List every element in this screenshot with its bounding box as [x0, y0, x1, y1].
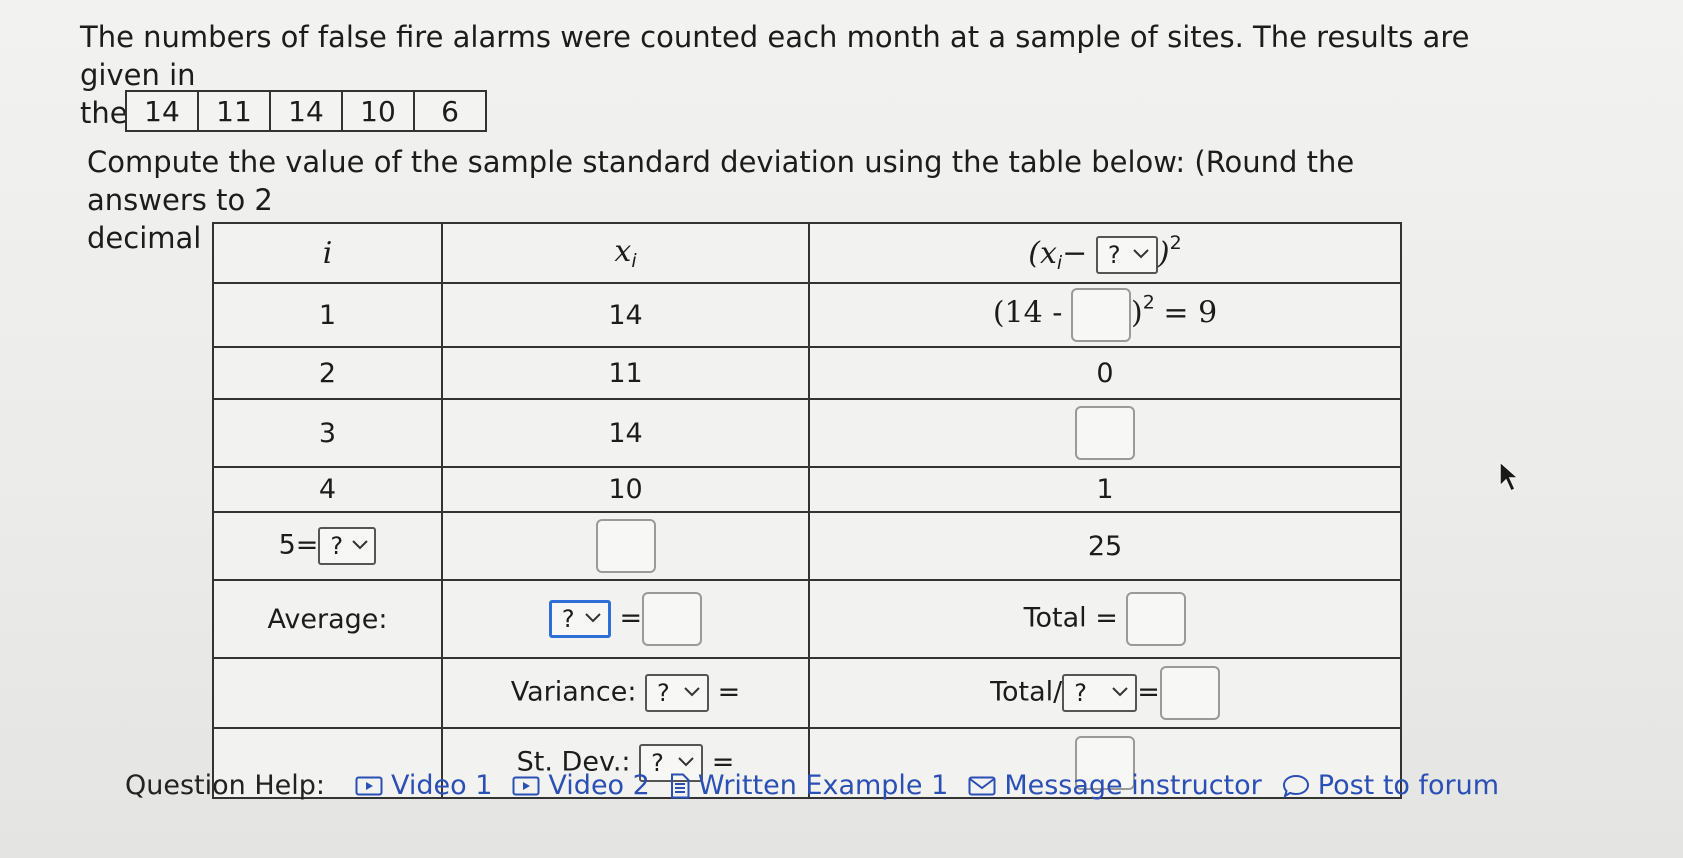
row-deviation: (14 - )2 = 9 — [808, 282, 1402, 348]
chevron-down-icon — [683, 684, 701, 702]
divisor-select[interactable]: ? — [1062, 674, 1138, 712]
video-2-link[interactable]: Video 2 — [512, 770, 650, 801]
average-cell: ? = — [441, 579, 810, 659]
video-icon — [355, 776, 383, 796]
empty-cell — [212, 657, 443, 729]
data-cell: 14 — [125, 90, 199, 132]
table-row: 5= ? 25 — [212, 511, 1402, 581]
alarm-data-table: 14 11 14 10 6 — [125, 90, 487, 132]
header-i: i — [212, 222, 443, 284]
data-cell: 6 — [413, 90, 487, 132]
video-1-link[interactable]: Video 1 — [355, 770, 492, 801]
variance-symbol-select[interactable]: ? — [645, 674, 710, 712]
row-deviation: 1 — [808, 466, 1402, 513]
chevron-down-icon — [1111, 684, 1129, 702]
row-x — [441, 511, 810, 581]
data-cell: 10 — [341, 90, 415, 132]
table-row: 3 14 — [212, 398, 1402, 468]
total-div-cell: Total/ ? = — [808, 657, 1402, 729]
document-icon — [670, 773, 690, 799]
question-help-label: Question Help: — [125, 770, 325, 801]
chevron-down-icon — [1132, 246, 1150, 264]
average-row: Average: ? = Total = — [212, 579, 1402, 659]
header-x: xi — [441, 222, 810, 284]
deviation-input-3[interactable] — [1075, 406, 1135, 460]
data-cell: 11 — [197, 90, 271, 132]
table-row: 1 14 (14 - )2 = 9 — [212, 282, 1402, 348]
average-label: Average: — [212, 579, 443, 659]
row-x: 11 — [441, 346, 810, 400]
table-row: 4 10 1 — [212, 466, 1402, 513]
written-example-link[interactable]: Written Example 1 — [670, 770, 948, 801]
average-symbol-select[interactable]: ? — [548, 600, 611, 638]
row-deviation: 0 — [808, 346, 1402, 400]
speech-bubble-icon — [1282, 774, 1310, 798]
table-row: 2 11 0 — [212, 346, 1402, 400]
chevron-down-icon — [584, 610, 602, 628]
mean-input[interactable] — [1070, 288, 1131, 342]
row-deviation: 25 — [808, 511, 1402, 581]
question-page: The numbers of false fire alarms were co… — [0, 0, 1683, 858]
index-select[interactable]: ? — [318, 527, 377, 565]
row-index: 5= ? — [212, 511, 443, 581]
chevron-down-icon — [351, 537, 369, 555]
prompt-line-1: The numbers of false fire alarms were co… — [80, 20, 1470, 92]
row-x: 10 — [441, 466, 810, 513]
mouse-pointer-icon — [1498, 460, 1520, 498]
std-dev-work-table: i xi (xi− ? )2 1 14 (14 - )2 = 9 2 11 0 … — [212, 222, 1402, 799]
instruction-line-1: Compute the value of the sample standard… — [87, 145, 1355, 217]
header-deviation-squared: (xi− ? )2 — [808, 222, 1402, 284]
row-x: 14 — [441, 398, 810, 468]
row-deviation — [808, 398, 1402, 468]
table-header-row: i xi (xi− ? )2 — [212, 222, 1402, 284]
video-icon — [512, 776, 540, 796]
data-cell: 14 — [269, 90, 343, 132]
row-index: 1 — [212, 282, 443, 348]
post-to-forum-link[interactable]: Post to forum — [1282, 770, 1499, 801]
variance-row: Variance: ? = Total/ ? = — [212, 657, 1402, 729]
variance-cell: Variance: ? = — [441, 657, 810, 729]
total-cell: Total = — [808, 579, 1402, 659]
total-input[interactable] — [1126, 592, 1187, 646]
row-index: 3 — [212, 398, 443, 468]
header-mean-select[interactable]: ? — [1095, 236, 1158, 275]
x5-input[interactable] — [595, 519, 656, 573]
row-index: 4 — [212, 466, 443, 513]
average-input[interactable] — [642, 592, 703, 646]
row-x: 14 — [441, 282, 810, 348]
row-index: 2 — [212, 346, 443, 400]
message-instructor-link[interactable]: Message instructor — [968, 770, 1262, 801]
question-help-bar: Question Help: Video 1 Video 2 Written E… — [125, 770, 1499, 801]
variance-input[interactable] — [1159, 666, 1220, 720]
envelope-icon — [968, 776, 996, 796]
